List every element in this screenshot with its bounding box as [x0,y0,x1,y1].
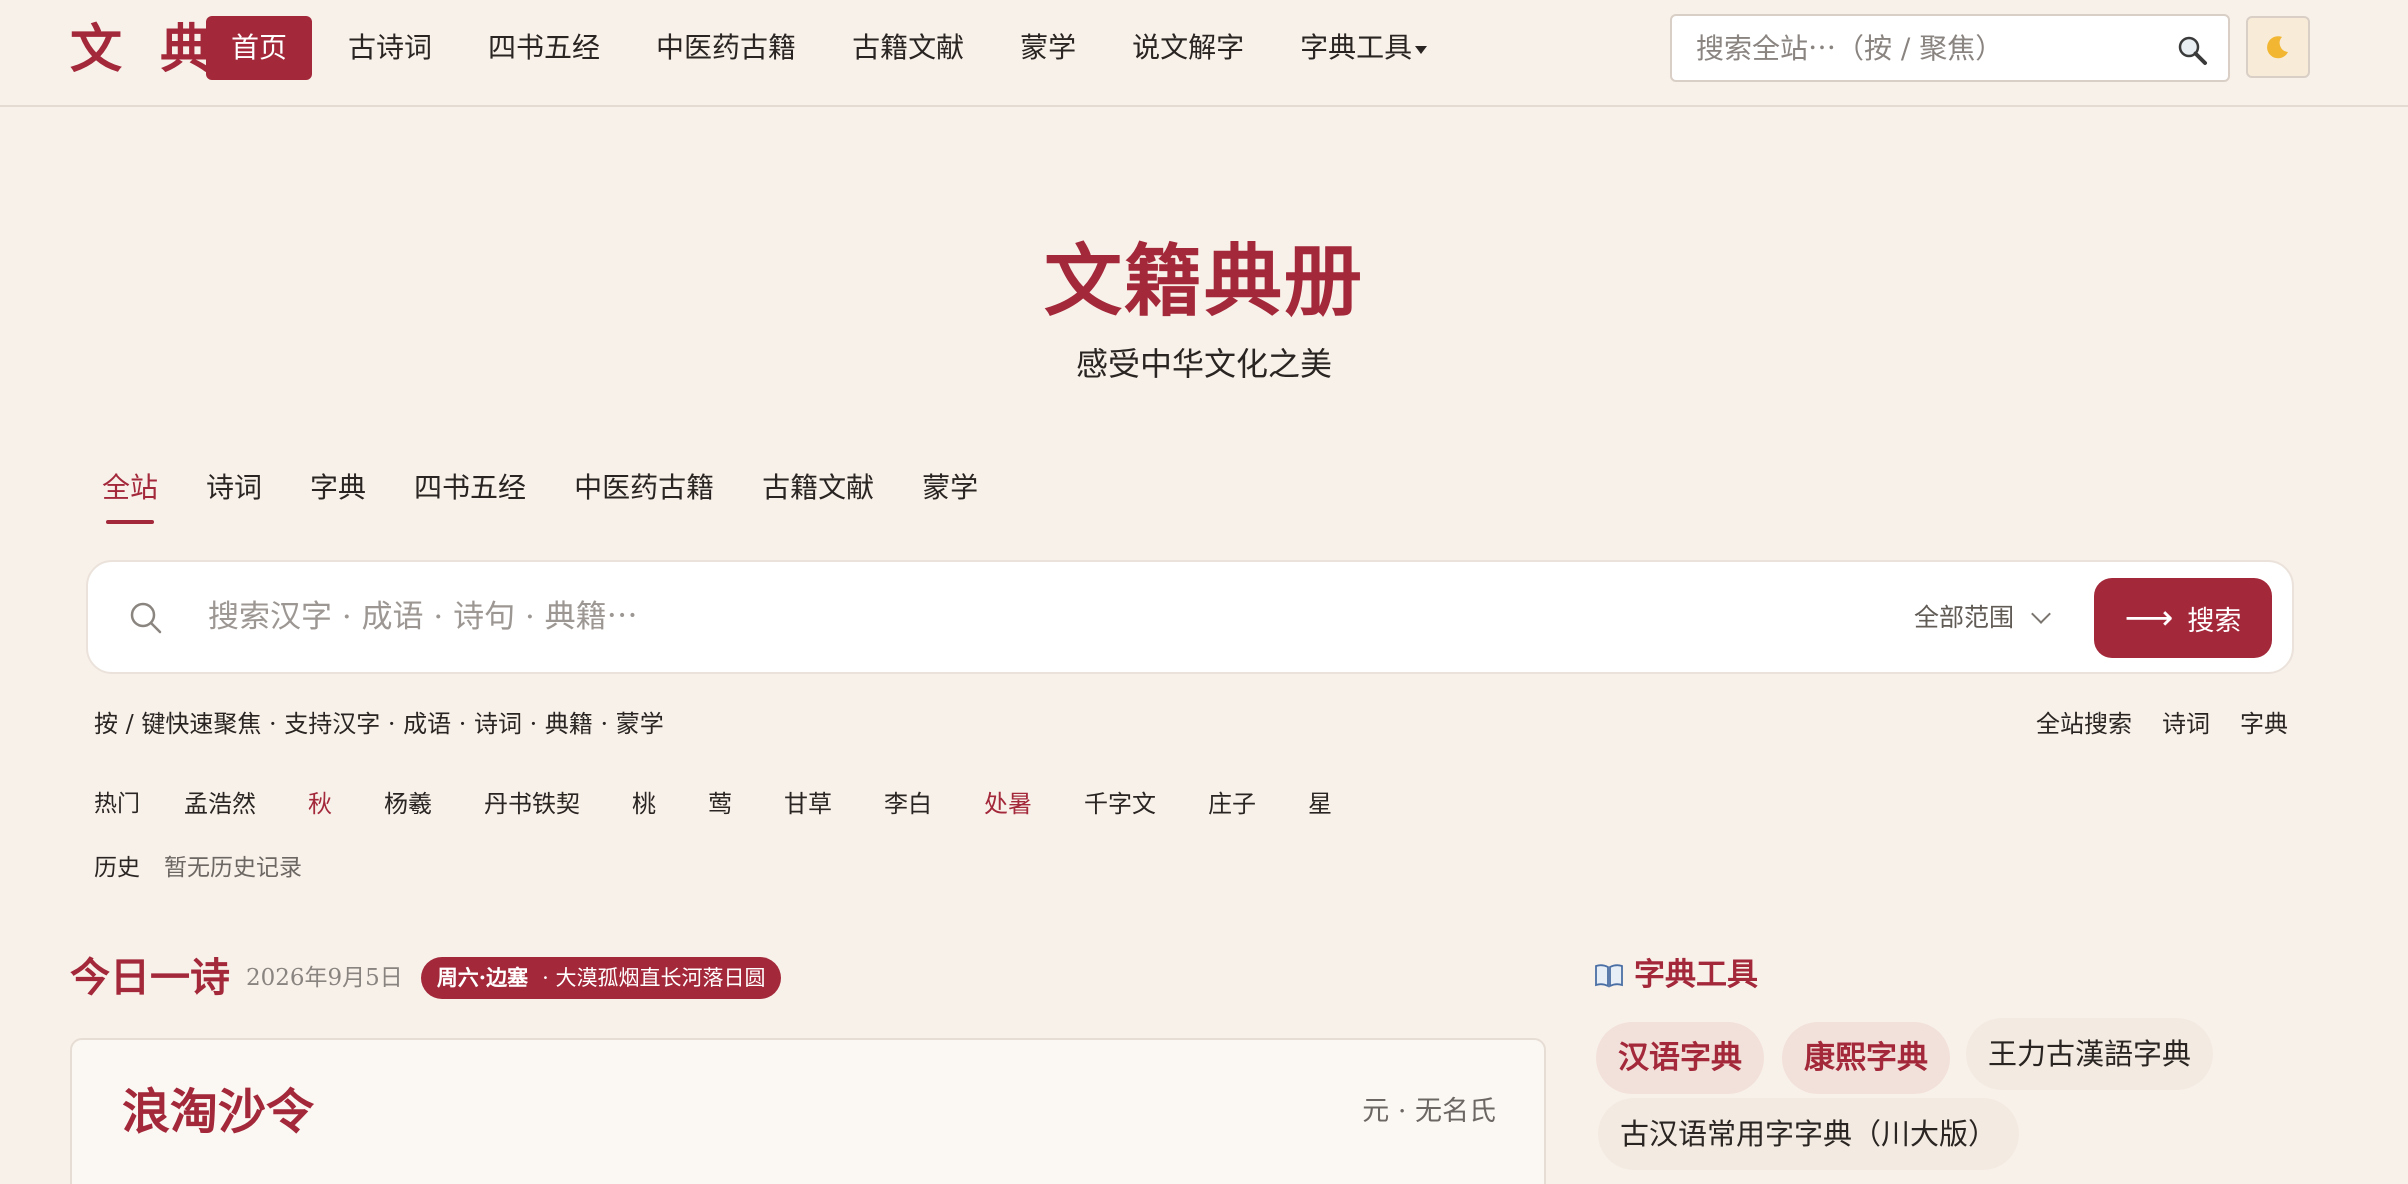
search-button-label: 搜索 [2187,605,2242,637]
daily-poem-date: 2026年9月5日 [246,965,403,991]
tool-chip-wangli[interactable]: 王力古漢語字典 [1966,1018,2214,1090]
tab-dictionary[interactable]: 字典 [310,466,366,510]
range-select-value: 全部范围 [1914,603,2015,632]
nav-dict-tools-label: 字典工具 [1300,31,1413,64]
main-search-input[interactable] [208,562,1858,672]
search-quick-links: 全站搜索 诗词 字典 [2006,706,2288,742]
quick-link-poetry[interactable]: 诗词 [2162,706,2210,742]
history-label: 历史 [94,855,140,881]
nav-item-home[interactable]: 首页 [206,16,313,80]
hot-item[interactable]: 秋 [308,786,332,822]
badge-line: · 大漠孤烟直长河落日圆 [542,966,766,990]
hot-item[interactable]: 甘草 [784,786,832,822]
hot-item[interactable]: 处暑 [984,786,1032,822]
hero-subtitle: 感受中华文化之美 [1075,345,1332,383]
nav-item-dict-tools[interactable]: 字典工具 [1272,16,1455,80]
nav-item-shuowen[interactable]: 说文解字 [1104,16,1272,80]
nav-item-tcm[interactable]: 中医药古籍 [628,16,824,80]
dict-tools-header: 字典工具 [1594,950,1758,1000]
tool-chip-hanyu[interactable]: 汉语字典 [1596,1022,1764,1094]
magnifier-icon[interactable] [2176,34,2208,66]
tab-tcm[interactable]: 中医药古籍 [574,466,714,510]
theme-toggle-button[interactable] [2246,16,2310,78]
tab-ancient-texts[interactable]: 古籍文献 [762,466,874,510]
main-nav: 首页 古诗词 四书五经 中医药古籍 古籍文献 蒙学 说文解字 字典工具 [206,16,1455,80]
hot-item[interactable]: 丹书铁契 [484,786,580,822]
hot-item[interactable]: 杨羲 [384,786,432,822]
nav-item-poetry[interactable]: 古诗词 [320,16,460,80]
hot-item[interactable]: 李白 [884,786,932,822]
hero-title: 文籍典册 [1043,236,1364,327]
search-scope-tabs: 全站 诗词 字典 四书五经 中医药古籍 古籍文献 蒙学 [102,466,1026,524]
nav-item-ancient-texts[interactable]: 古籍文献 [824,16,992,80]
badge-theme: 周六·边塞 [436,965,529,990]
quick-link-all[interactable]: 全站搜索 [2036,706,2132,742]
tool-chip-gu-hanyu[interactable]: 古汉语常用字字典（川大版） [1598,1098,2020,1170]
hot-item[interactable]: 莺 [708,786,732,822]
hot-item[interactable]: 孟浩然 [184,786,256,822]
poem-card[interactable]: 浪淘沙令 元 · 无名氏 [70,1038,1546,1184]
search-history: 历史 暂无历史记录 [94,850,302,886]
daily-poem-header: 今日一诗 2026年9月5日 周六·边塞 · 大漠孤烟直长河落日圆 [70,950,782,1006]
dict-tools-title: 字典工具 [1634,957,1758,993]
main-search-box: 全部范围 ⟶ 搜索 [86,560,2294,674]
hot-label: 热门 [94,791,140,817]
daily-poem-title: 今日一诗 [70,954,230,1001]
chevron-down-icon [2031,604,2051,624]
site-logo[interactable]: 文 典 [70,18,222,82]
tab-classics[interactable]: 四书五经 [414,466,526,510]
poem-author: 元 · 无名氏 [1362,1096,1496,1127]
search-icon [130,602,162,634]
tab-poetry[interactable]: 诗词 [206,466,262,510]
history-empty-text: 暂无历史记录 [164,855,302,881]
daily-theme-badge: 周六·边塞 · 大漠孤烟直长河落日圆 [420,957,782,999]
quick-link-dictionary[interactable]: 字典 [2240,706,2288,742]
nav-item-classics[interactable]: 四书五经 [460,16,628,80]
tab-primer[interactable]: 蒙学 [922,466,978,510]
header-search-input[interactable] [1696,16,2166,80]
nav-item-primer[interactable]: 蒙学 [992,16,1104,80]
arrow-right-icon: ⟶ [2124,598,2174,638]
hot-searches: 热门 孟浩然 秋 杨羲 丹书铁契 桃 莺 甘草 李白 处暑 千字文 庄子 星 [94,786,1384,822]
caret-down-icon [1415,45,1428,54]
hot-item[interactable]: 桃 [632,786,656,822]
range-select[interactable]: 全部范围 [1914,596,2051,640]
top-navbar: 文 典 首页 古诗词 四书五经 中医药古籍 古籍文献 蒙学 说文解字 字典工具 [0,0,2408,107]
moon-icon [2267,36,2288,59]
tool-chip-kangxi[interactable]: 康熙字典 [1782,1022,1950,1094]
hot-item[interactable]: 星 [1308,786,1332,822]
search-hint: 按 / 键快速聚焦 · 支持汉字 · 成语 · 诗词 · 典籍 · 蒙学 [94,710,664,738]
open-book-icon [1595,964,1623,988]
hot-item[interactable]: 千字文 [1084,786,1156,822]
hot-item[interactable]: 庄子 [1208,786,1256,822]
tab-all[interactable]: 全站 [102,466,158,524]
header-search [1670,14,2230,82]
search-button[interactable]: ⟶ 搜索 [2094,578,2272,658]
poem-title: 浪淘沙令 [122,1084,315,1140]
